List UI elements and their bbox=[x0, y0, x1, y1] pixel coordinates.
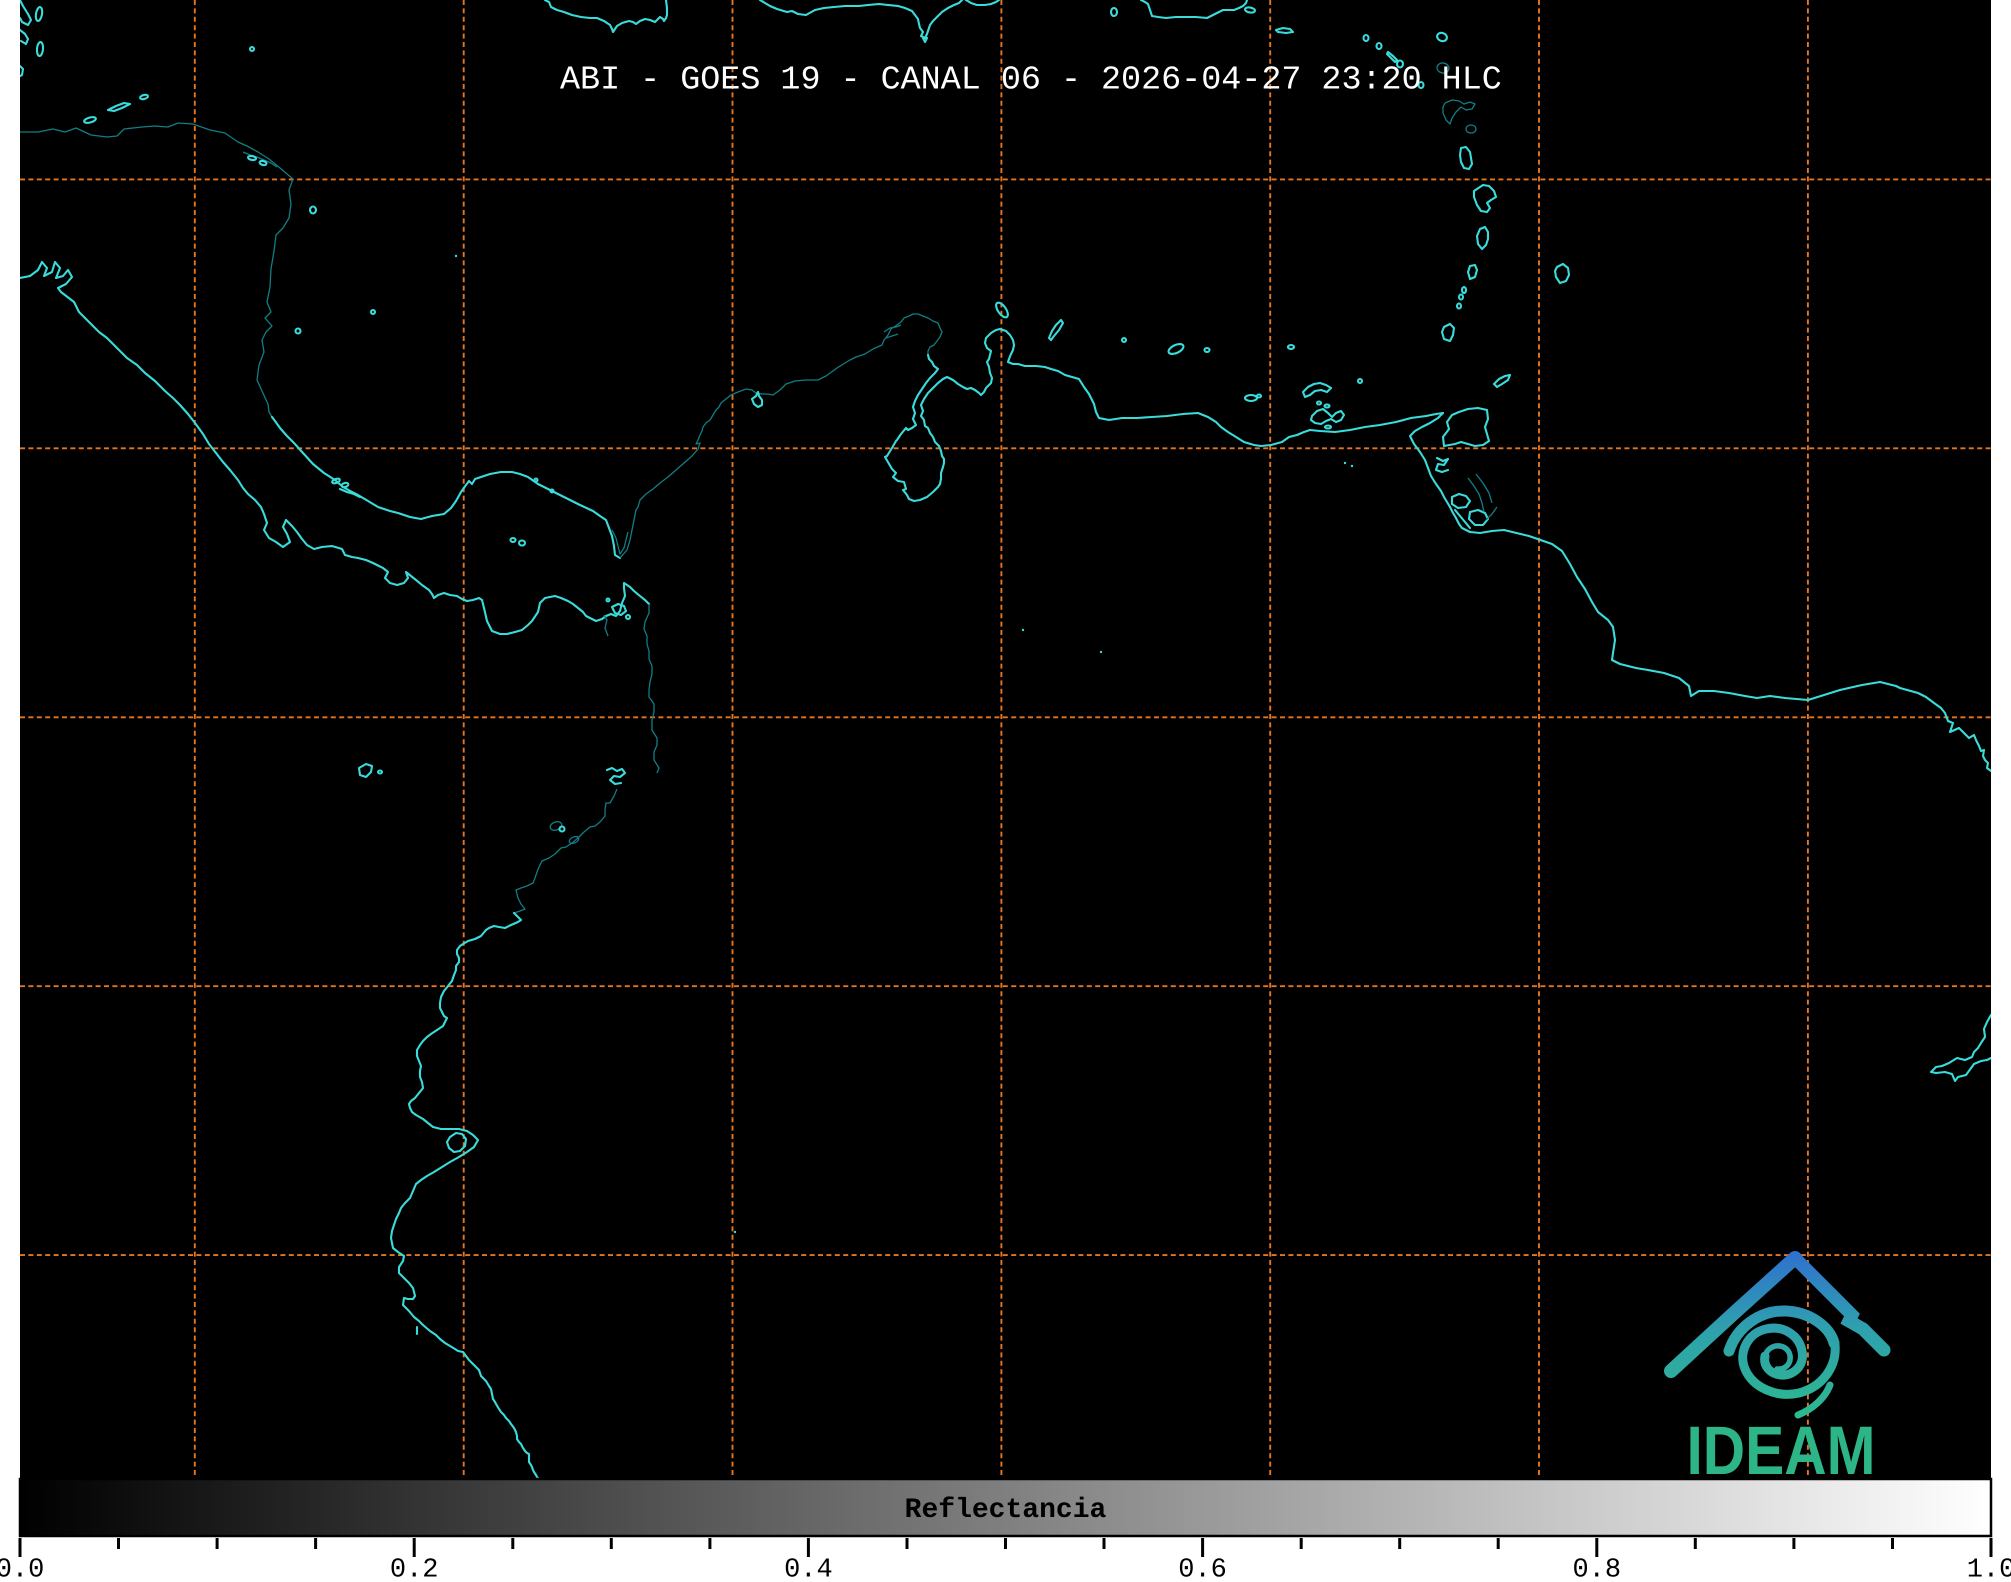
svg-text:0.2: 0.2 bbox=[390, 1556, 439, 1578]
svg-text:0.8: 0.8 bbox=[1572, 1556, 1621, 1578]
svg-text:0.0: 0.0 bbox=[0, 1556, 44, 1578]
svg-text:0.6: 0.6 bbox=[1178, 1556, 1227, 1578]
svg-text:0.4: 0.4 bbox=[784, 1556, 833, 1578]
svg-text:ABI - GOES 19 - CANAL 06 - 202: ABI - GOES 19 - CANAL 06 - 2026-04-27 23… bbox=[560, 62, 1502, 100]
svg-text:Reflectancia: Reflectancia bbox=[905, 1495, 1107, 1526]
svg-text:IDEAM: IDEAM bbox=[1687, 1412, 1876, 1489]
svg-text:1.0: 1.0 bbox=[1967, 1556, 2011, 1578]
